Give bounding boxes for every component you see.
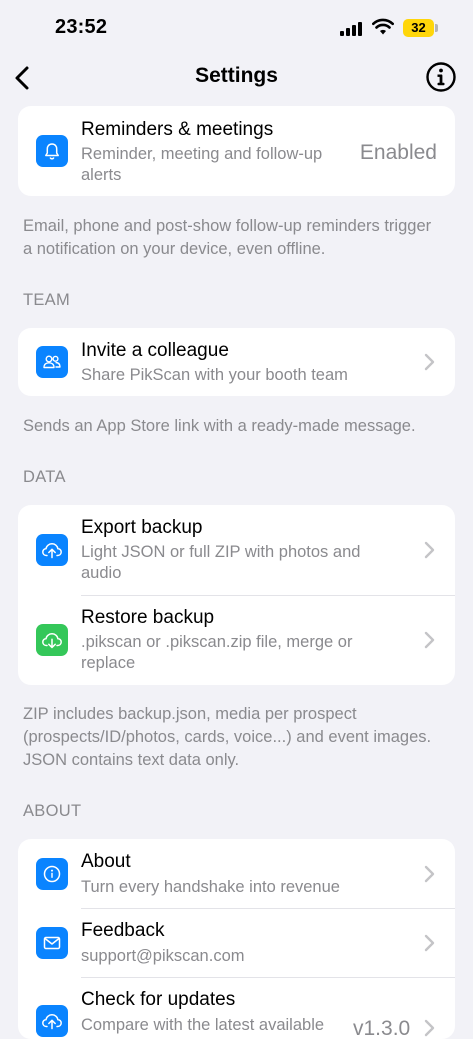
bell-icon [36, 135, 68, 167]
people-icon [36, 346, 68, 378]
chevron-right-icon [424, 1019, 435, 1037]
export-title: Export backup [81, 517, 203, 538]
about-subtitle: Turn every handshake into revenue [81, 878, 340, 896]
reminders-row[interactable]: Reminders & meetings Reminder, meeting a… [18, 106, 455, 196]
feedback-title: Feedback [81, 920, 165, 941]
updates-subtitle: Compare with the latest available [81, 1016, 325, 1034]
page-title: Settings [195, 64, 278, 87]
feedback-row[interactable]: Feedback support@pikscan.com [18, 908, 455, 977]
chevron-right-icon [424, 631, 435, 649]
reminders-footnote: Email, phone and post-show follow-up rem… [23, 217, 432, 258]
about-title: About [81, 851, 131, 872]
data-card: Export backup Light JSON or full ZIP wit… [18, 505, 455, 685]
restore-backup-row[interactable]: Restore backup .pikscan or .pikscan.zip … [18, 595, 455, 685]
updates-title: Check for updates [81, 989, 236, 1010]
status-time: 23:52 [55, 16, 108, 38]
battery-icon: 32 [403, 19, 434, 37]
restore-title: Restore backup [81, 607, 215, 628]
export-backup-row[interactable]: Export backup Light JSON or full ZIP wit… [18, 505, 455, 595]
chevron-right-icon [424, 353, 435, 371]
reminders-title: Reminders & meetings [81, 119, 274, 140]
app-version-value: v1.3.0 [353, 1017, 411, 1039]
status-bar: 23:52 32 [0, 0, 473, 56]
export-subtitle: Light JSON or full ZIP with photos and a… [81, 543, 361, 582]
restore-subtitle: .pikscan or .pikscan.zip file, merge or … [81, 633, 353, 672]
reminders-status-value: Enabled [359, 141, 437, 164]
wifi-icon [372, 18, 394, 35]
about-card: About Turn every handshake into revenue … [18, 839, 455, 1039]
chevron-right-icon [424, 934, 435, 952]
invite-colleague-row[interactable]: Invite a colleague Share PikScan with yo… [18, 328, 455, 396]
cloud-upload-icon [36, 534, 68, 566]
team-card: Invite a colleague Share PikScan with yo… [18, 328, 455, 396]
about-row[interactable]: About Turn every handshake into revenue [18, 839, 455, 908]
chevron-right-icon [424, 541, 435, 559]
cellular-signal-icon [340, 22, 364, 36]
navigation-bar: Settings [0, 56, 473, 100]
data-section-header: DATA [23, 468, 66, 486]
reminders-subtitle: Reminder, meeting and follow-up alerts [81, 145, 323, 184]
invite-subtitle: Share PikScan with your booth team [81, 366, 348, 384]
data-footnote: ZIP includes backup.json, media per pros… [23, 705, 432, 769]
about-section-header: ABOUT [23, 802, 82, 820]
info-circle-icon[interactable] [424, 60, 458, 94]
feedback-email: support@pikscan.com [81, 947, 245, 965]
invite-title: Invite a colleague [81, 340, 229, 361]
chevron-right-icon [424, 865, 435, 883]
check-updates-row[interactable]: Check for updates Compare with the lates… [18, 977, 455, 1039]
envelope-icon [36, 927, 68, 959]
info-icon [36, 858, 68, 890]
team-section-header: TEAM [23, 291, 71, 309]
reminders-card: Reminders & meetings Reminder, meeting a… [18, 106, 455, 196]
team-footnote: Sends an App Store link with a ready-mad… [23, 417, 416, 435]
cloud-download-icon [36, 624, 68, 656]
battery-tip [435, 24, 438, 32]
cloud-upload-icon [36, 1005, 68, 1037]
